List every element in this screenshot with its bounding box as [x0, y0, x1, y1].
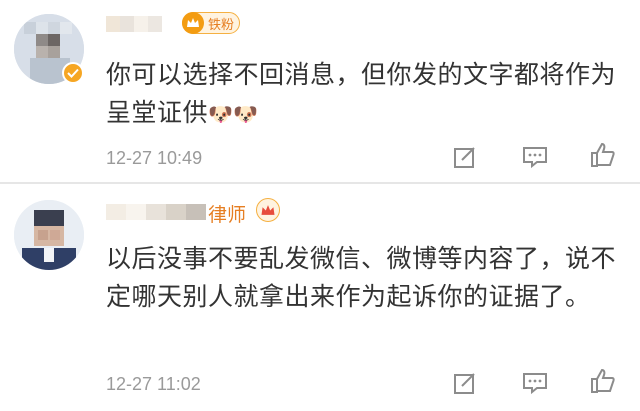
timestamp: 12-27 10:49	[106, 148, 203, 168]
avatar[interactable]	[14, 200, 84, 270]
badge-label: 铁粉	[208, 17, 235, 33]
thumbs-up-icon[interactable]	[588, 140, 618, 170]
edit-icon[interactable]	[450, 142, 480, 172]
username-suffix: 律师	[208, 204, 247, 226]
timestamp: 12-27 11:02	[106, 374, 201, 394]
comment-item: 铁粉 你可以选择不回消息，但你发的文字都将作为呈堂证供🐶🐶 12-27 10:4…	[0, 0, 640, 183]
crown-icon	[256, 198, 280, 222]
comment-icon[interactable]	[520, 368, 550, 398]
doge-emoji: 🐶🐶	[208, 102, 259, 126]
thumbs-up-icon[interactable]	[588, 366, 618, 396]
edit-icon[interactable]	[450, 368, 480, 398]
comment-text: 以后没事不要乱发微信、微博等内容了，说不定哪天别人就拿出来作为起诉你的证据了。	[106, 244, 617, 311]
comment-icon[interactable]	[520, 142, 550, 172]
comment-text: 你可以选择不回消息，但你发的文字都将作为呈堂证供🐶🐶	[106, 60, 617, 127]
comment-item: 律师 以后没事不要乱发微信、微博等内容了，说不定哪天别人就拿出来作为起诉你的证据…	[0, 184, 640, 411]
verified-icon	[62, 62, 84, 84]
username[interactable]	[106, 202, 206, 222]
fan-badge[interactable]: 铁粉	[182, 12, 240, 34]
crown-icon	[182, 12, 204, 34]
username[interactable]	[106, 14, 174, 34]
